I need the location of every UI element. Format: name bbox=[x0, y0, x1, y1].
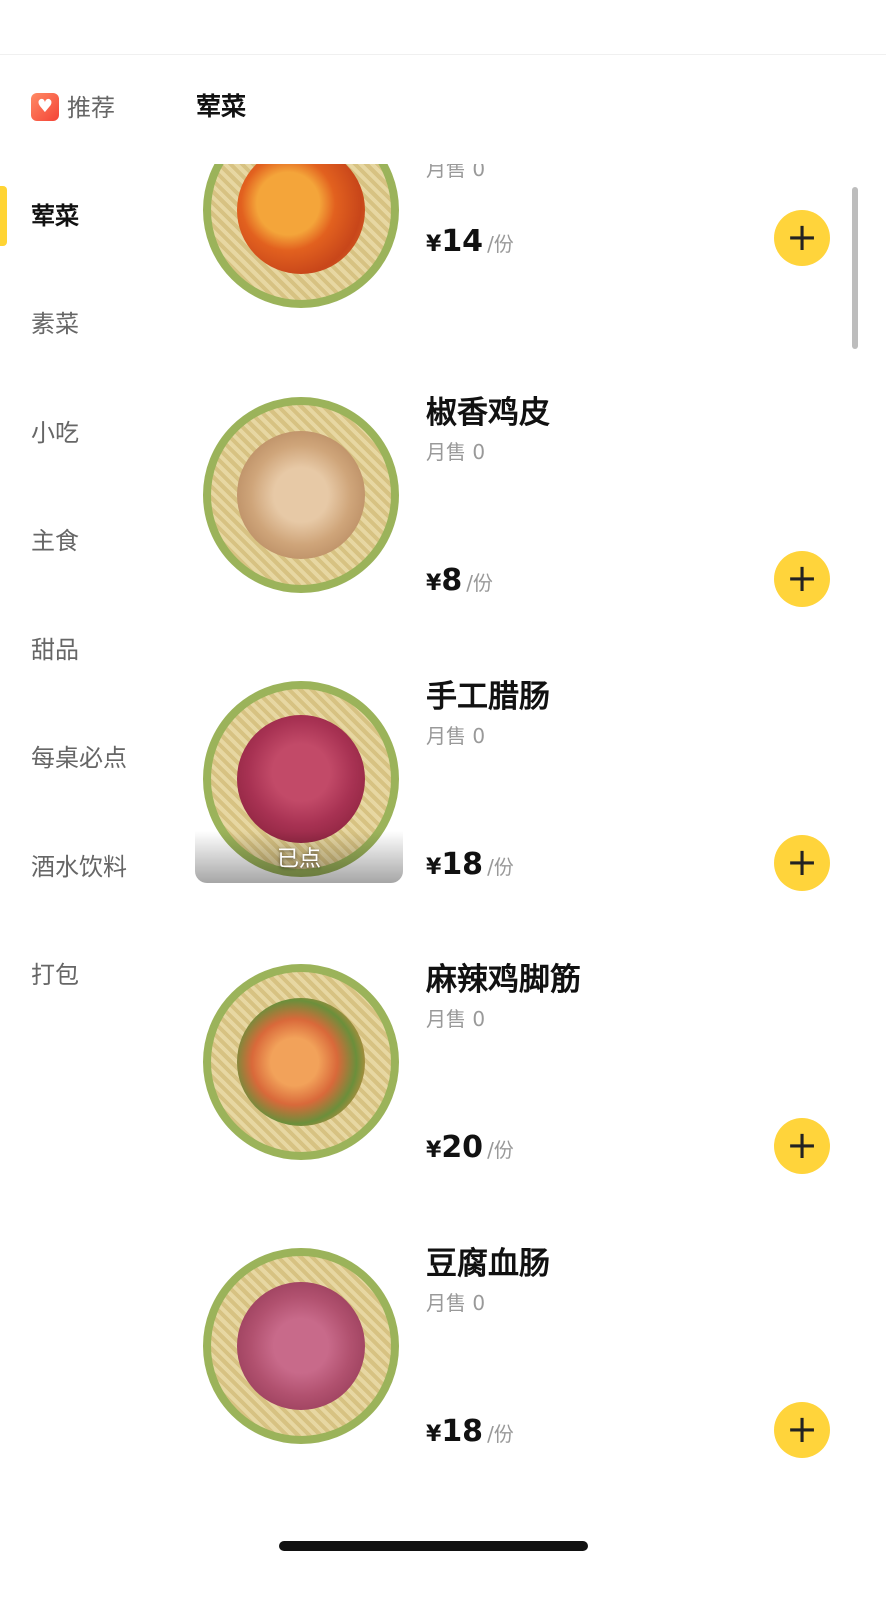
price-unit: /份 bbox=[487, 232, 514, 256]
dish-item[interactable]: 豆腐血肠 月售 0 ¥18/份 + bbox=[180, 1242, 886, 1458]
food-photo bbox=[203, 1248, 399, 1444]
price-amount: 20 bbox=[441, 1130, 484, 1165]
sidebar-item-snacks[interactable]: 小吃 bbox=[31, 417, 79, 449]
home-indicator[interactable] bbox=[279, 1541, 588, 1551]
category-sidebar: 推荐 荤菜 素菜 小吃 主食 甜品 每桌必点 酒水饮料 打包 bbox=[0, 54, 180, 1606]
active-indicator bbox=[0, 186, 7, 246]
sidebar-item-staples[interactable]: 主食 bbox=[31, 525, 79, 557]
food-photo bbox=[203, 164, 399, 308]
dish-sales: 月售 0 bbox=[426, 1291, 486, 1315]
sidebar-item-label: 打包 bbox=[31, 961, 79, 989]
plus-icon: + bbox=[786, 840, 818, 884]
price-currency: ¥ bbox=[426, 571, 442, 596]
price-amount: 18 bbox=[441, 1414, 484, 1449]
plus-icon: + bbox=[786, 215, 818, 259]
sidebar-item-label: 素菜 bbox=[31, 310, 79, 338]
sidebar-item-label: 荤菜 bbox=[31, 202, 79, 230]
sidebar-item-drinks[interactable]: 酒水饮料 bbox=[31, 851, 127, 883]
top-bar bbox=[0, 0, 886, 55]
food-photo bbox=[203, 397, 399, 593]
price-currency: ¥ bbox=[426, 232, 442, 257]
dish-item[interactable]: 已点 手工腊肠 月售 0 ¥18/份 + bbox=[180, 675, 886, 891]
sidebar-item-takeaway[interactable]: 打包 bbox=[31, 959, 79, 991]
dish-image[interactable] bbox=[195, 164, 403, 314]
sidebar-item-meat[interactable]: 荤菜 bbox=[31, 200, 79, 232]
dish-image[interactable] bbox=[195, 1242, 403, 1450]
menu-page: 推荐 荤菜 素菜 小吃 主食 甜品 每桌必点 酒水饮料 打包 荤菜 bbox=[0, 0, 886, 1606]
plus-icon: + bbox=[786, 556, 818, 600]
price-currency: ¥ bbox=[426, 1138, 442, 1163]
dish-price: ¥8/份 bbox=[426, 561, 493, 605]
sidebar-item-label: 甜品 bbox=[31, 636, 79, 664]
dish-price: ¥14/份 bbox=[426, 222, 514, 266]
add-button[interactable]: + bbox=[774, 835, 830, 891]
dish-image[interactable]: 已点 bbox=[195, 675, 403, 883]
price-unit: /份 bbox=[466, 571, 493, 595]
dish-sales: 月售 0 bbox=[426, 164, 486, 181]
heart-icon bbox=[31, 93, 59, 121]
plus-icon: + bbox=[786, 1407, 818, 1451]
sidebar-item-label: 小吃 bbox=[31, 419, 79, 447]
scrollbar[interactable] bbox=[852, 187, 858, 349]
dish-sales: 月售 0 bbox=[426, 1007, 486, 1031]
dish-name: 豆腐血肠 bbox=[426, 1246, 550, 1282]
sidebar-item-label: 推荐 bbox=[67, 94, 115, 122]
dish-sales: 月售 0 bbox=[426, 440, 486, 464]
sidebar-item-recommend[interactable]: 推荐 bbox=[31, 92, 115, 124]
price-currency: ¥ bbox=[426, 1422, 442, 1447]
dish-list: 月售 0 ¥14/份 + 椒香鸡皮 月售 0 ¥8/份 + 已点 手工腊肠 月售… bbox=[180, 164, 886, 1524]
price-unit: /份 bbox=[487, 1138, 514, 1162]
dish-price: ¥18/份 bbox=[426, 845, 514, 889]
sidebar-item-must-order[interactable]: 每桌必点 bbox=[31, 742, 127, 774]
dish-image[interactable] bbox=[195, 391, 403, 599]
ordered-label: 已点 bbox=[276, 847, 321, 872]
sidebar-item-label: 每桌必点 bbox=[31, 744, 127, 772]
price-unit: /份 bbox=[487, 1422, 514, 1446]
sidebar-item-desserts[interactable]: 甜品 bbox=[31, 634, 79, 666]
price-amount: 18 bbox=[441, 847, 484, 882]
add-button[interactable]: + bbox=[774, 551, 830, 607]
food-photo bbox=[203, 964, 399, 1160]
price-amount: 8 bbox=[441, 563, 463, 598]
dish-item[interactable]: 麻辣鸡脚筋 月售 0 ¥20/份 + bbox=[180, 958, 886, 1174]
add-button[interactable]: + bbox=[774, 210, 830, 266]
dish-name: 麻辣鸡脚筋 bbox=[426, 962, 581, 998]
add-button[interactable]: + bbox=[774, 1118, 830, 1174]
plus-icon: + bbox=[786, 1123, 818, 1167]
price-currency: ¥ bbox=[426, 855, 442, 880]
dish-item[interactable]: 椒香鸡皮 月售 0 ¥8/份 + bbox=[180, 391, 886, 607]
price-amount: 14 bbox=[441, 224, 484, 259]
dish-price: ¥20/份 bbox=[426, 1128, 514, 1172]
dish-price: ¥18/份 bbox=[426, 1412, 514, 1456]
dish-name: 椒香鸡皮 bbox=[426, 395, 550, 431]
sidebar-item-label: 主食 bbox=[31, 527, 79, 555]
sidebar-item-vegetables[interactable]: 素菜 bbox=[31, 308, 79, 340]
dish-name: 手工腊肠 bbox=[426, 679, 550, 715]
dish-item[interactable]: 月售 0 ¥14/份 + bbox=[180, 164, 886, 316]
section-title: 荤菜 bbox=[196, 92, 247, 121]
add-button[interactable]: + bbox=[774, 1402, 830, 1458]
dish-sales: 月售 0 bbox=[426, 724, 486, 748]
dish-image[interactable] bbox=[195, 958, 403, 1166]
sidebar-item-label: 酒水饮料 bbox=[31, 853, 127, 881]
price-unit: /份 bbox=[487, 855, 514, 879]
